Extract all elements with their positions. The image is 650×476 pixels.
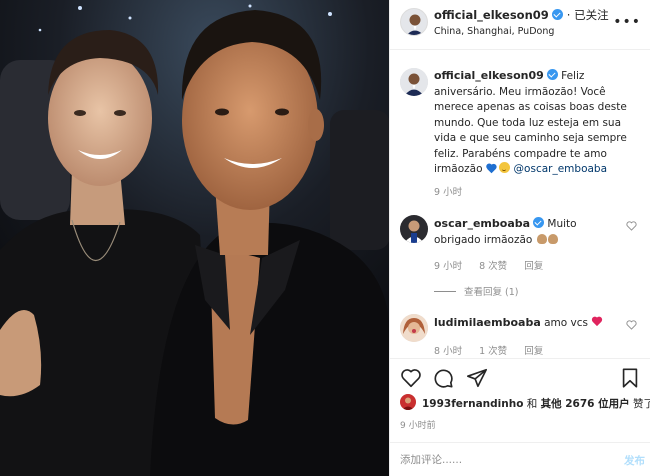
commenter-avatar[interactable] bbox=[400, 215, 428, 243]
comment-likes-count[interactable]: 1 次赞 bbox=[479, 346, 507, 357]
reply-button[interactable]: 回复 bbox=[524, 346, 543, 357]
mention-link[interactable]: @oscar_emboaba bbox=[514, 163, 607, 175]
author-avatar[interactable] bbox=[400, 8, 428, 36]
like-comment-heart-icon[interactable] bbox=[626, 320, 637, 330]
liker-avatar[interactable] bbox=[400, 394, 416, 410]
smiling-emoji-icon bbox=[499, 162, 511, 173]
clap-emoji-icon bbox=[547, 233, 558, 244]
likes-suffix: 赞了 bbox=[632, 398, 650, 410]
post-header: official_elkeson09 · 已关注 China, Shanghai,… bbox=[390, 0, 650, 50]
verified-badge-icon bbox=[551, 9, 563, 20]
commenter-username[interactable]: oscar_emboaba bbox=[434, 217, 530, 230]
likes-joiner: 和 bbox=[526, 398, 538, 410]
share-send-icon[interactable] bbox=[466, 367, 488, 389]
commenter-avatar[interactable] bbox=[400, 314, 428, 342]
clap-emoji-icon bbox=[536, 233, 547, 244]
caption-author-avatar[interactable] bbox=[400, 68, 428, 96]
comment-meta: 9 小时 8 次赞 回复 bbox=[434, 258, 557, 272]
comment-bubble-icon[interactable] bbox=[432, 367, 454, 389]
author-username-row: official_elkeson09 · 已关注 bbox=[434, 7, 609, 23]
caption-timestamp: 9 小时 bbox=[434, 187, 463, 198]
likes-text: 1993fernandinho 和 其他 2676 位用户 赞了 bbox=[422, 396, 650, 411]
like-heart-icon[interactable] bbox=[400, 367, 422, 389]
add-comment-bar: 发布 bbox=[390, 442, 650, 476]
post-photo[interactable] bbox=[0, 0, 389, 476]
post-action-bar bbox=[390, 358, 650, 394]
author-username[interactable]: official_elkeson09 bbox=[434, 8, 549, 22]
comment-text: amo vcs bbox=[544, 317, 588, 329]
red-heart-emoji-icon bbox=[591, 317, 602, 327]
verified-badge-icon bbox=[546, 69, 558, 80]
reply-button[interactable]: 回复 bbox=[524, 261, 543, 272]
liker-username[interactable]: 1993fernandinho bbox=[422, 398, 523, 410]
instagram-post: official_elkeson09 · 已关注 China, Shanghai,… bbox=[0, 0, 650, 476]
comment-input[interactable] bbox=[400, 451, 600, 469]
selfie-image bbox=[0, 0, 389, 476]
view-replies-label[interactable]: 查看回复 (1) bbox=[464, 287, 518, 298]
comment-meta: 8 小时 1 次赞 回复 bbox=[434, 343, 557, 357]
view-replies-link[interactable]: 查看回复 (1) bbox=[434, 284, 518, 298]
comment-text-block: ludimilaemboaba amo vcs bbox=[434, 315, 614, 332]
follow-status[interactable]: · 已关注 bbox=[567, 8, 609, 22]
caption-text-block: official_elkeson09 Feliz aniversário. Me… bbox=[434, 68, 644, 178]
comment-text-block: oscar_emboaba Muito obrigado irmãozão bbox=[434, 216, 614, 248]
post-comment-button[interactable]: 发布 bbox=[624, 453, 645, 468]
comment-likes-count[interactable]: 8 次赞 bbox=[479, 261, 507, 272]
commenter-username[interactable]: ludimilaemboaba bbox=[434, 316, 541, 329]
post-location[interactable]: China, Shanghai, PuDong bbox=[434, 26, 554, 37]
caption-username[interactable]: official_elkeson09 bbox=[434, 69, 544, 82]
replies-divider-line bbox=[434, 291, 456, 292]
caption-text: Feliz aniversário. Meu irmãozão! Você me… bbox=[434, 70, 627, 175]
likes-others-link[interactable]: 其他 2676 位用户 bbox=[541, 398, 630, 410]
post-details-panel: official_elkeson09 · 已关注 China, Shanghai,… bbox=[389, 0, 650, 476]
bookmark-save-icon[interactable] bbox=[619, 367, 641, 389]
blue-heart-emoji-icon bbox=[486, 164, 496, 173]
like-comment-heart-icon[interactable] bbox=[626, 221, 637, 231]
more-options-icon[interactable]: ••• bbox=[613, 14, 641, 30]
verified-badge-icon bbox=[533, 217, 545, 228]
post-timestamp: 9 小时前 bbox=[400, 421, 436, 431]
comment-time: 8 小时 bbox=[434, 346, 463, 357]
comment-time: 9 小时 bbox=[434, 261, 463, 272]
